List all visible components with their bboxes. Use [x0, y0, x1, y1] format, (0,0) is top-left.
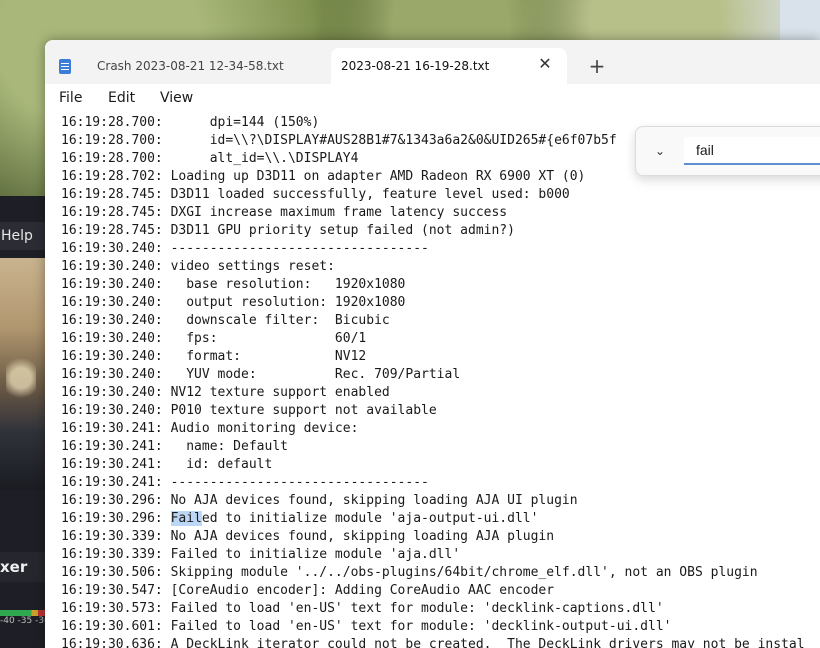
- tab-current-log[interactable]: 2023-08-21 16-19-28.txt ✕: [331, 48, 567, 84]
- close-icon[interactable]: ✕: [535, 54, 555, 74]
- menu-view[interactable]: View: [160, 90, 193, 106]
- log-line: 16:19:30.240: output resolution: 1920x10…: [61, 295, 406, 310]
- menu-bar: File Edit View: [45, 84, 820, 114]
- log-line: 16:19:30.240: downscale filter: Bicubic: [61, 313, 390, 328]
- log-line: 16:19:30.240: P010 texture support not a…: [61, 403, 437, 418]
- chevron-down-icon[interactable]: ⌄: [650, 141, 670, 161]
- tab-label: Crash 2023-08-21 12-34-58.txt: [97, 59, 284, 73]
- log-line: 16:19:30.240: base resolution: 1920x1080: [61, 277, 406, 292]
- obs-meter-scale: -40 -35 -30: [0, 616, 45, 626]
- menu-edit[interactable]: Edit: [108, 90, 135, 106]
- tab-crash-log[interactable]: Crash 2023-08-21 12-34-58.txt: [45, 48, 331, 84]
- log-line: 16:19:30.506: Skipping module '../../obs…: [61, 565, 758, 580]
- notepad-icon: [59, 58, 71, 74]
- log-line: 16:19:28.745: DXGI increase maximum fram…: [61, 205, 508, 220]
- find-panel: ⌄: [635, 126, 820, 176]
- log-line: 16:19:30.241: id: default: [61, 457, 273, 472]
- log-line: 16:19:28.745: D3D11 GPU priority setup f…: [61, 223, 515, 238]
- log-line: 16:19:30.241: Audio monitoring device:: [61, 421, 359, 436]
- text-editor[interactable]: 16:19:28.700: dpi=144 (150%) 16:19:28.700…: [45, 114, 820, 648]
- log-line: 16:19:30.339: No AJA devices found, skip…: [61, 529, 555, 544]
- obs-preview: [0, 258, 45, 490]
- notepad-window: Crash 2023-08-21 12-34-58.txt 2023-08-21…: [45, 40, 820, 648]
- log-line: 16:19:30.547: [CoreAudio encoder]: Addin…: [61, 583, 555, 598]
- obs-mixer-label: xer: [0, 552, 45, 582]
- find-input[interactable]: [684, 137, 820, 165]
- tab-bar: Crash 2023-08-21 12-34-58.txt 2023-08-21…: [45, 40, 820, 84]
- log-line: 16:19:30.240: video settings reset:: [61, 259, 335, 274]
- desktop-sky: [780, 0, 820, 42]
- log-line: 16:19:30.241: name: Default: [61, 439, 288, 454]
- log-line: 16:19:30.240: fps: 60/1: [61, 331, 367, 346]
- new-tab-button[interactable]: +: [585, 54, 609, 78]
- log-line: 16:19:30.241: --------------------------…: [61, 475, 429, 490]
- log-line-prefix: 16:19:30.296:: [61, 511, 171, 526]
- log-line: 16:19:30.240: YUV mode: Rec. 709/Partial: [61, 367, 461, 382]
- log-line: 16:19:30.240: format: NV12: [61, 349, 367, 364]
- menu-file[interactable]: File: [59, 90, 82, 106]
- log-line: 16:19:30.240: NV12 texture support enabl…: [61, 385, 390, 400]
- obs-menu-help[interactable]: Help: [0, 222, 46, 250]
- log-line: 16:19:30.240: --------------------------…: [61, 241, 429, 256]
- log-line: 16:19:30.339: Failed to initialize modul…: [61, 547, 461, 562]
- log-line: 16:19:30.636: A DeckLink iterator could …: [61, 637, 805, 648]
- log-line-rest: ed to initialize module 'aja-output-ui.d…: [201, 511, 539, 526]
- log-line: 16:19:30.296: No AJA devices found, skip…: [61, 493, 578, 508]
- tab-label: 2023-08-21 16-19-28.txt: [341, 59, 490, 73]
- log-line: 16:19:30.573: Failed to load 'en-US' tex…: [61, 601, 664, 616]
- log-line: 16:19:28.745: D3D11 loaded successfully,…: [61, 187, 570, 202]
- log-line: 16:19:30.601: Failed to load 'en-US' tex…: [61, 619, 672, 634]
- search-match-highlight: Fail: [170, 511, 202, 526]
- log-line: 16:19:30.296: Failed to initialize modul…: [61, 510, 805, 528]
- log-lines: 16:19:28.700: dpi=144 (150%) 16:19:28.700…: [61, 114, 805, 648]
